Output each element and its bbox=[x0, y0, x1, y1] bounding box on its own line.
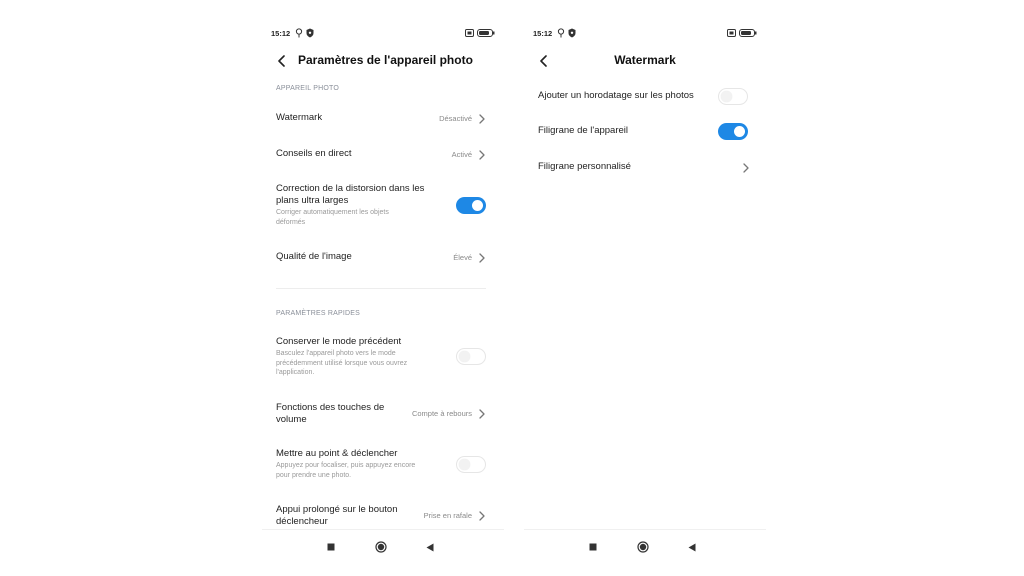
screen-record-icon bbox=[465, 29, 474, 37]
status-time: 15:12 bbox=[271, 29, 291, 38]
location-icon bbox=[295, 28, 303, 40]
status-right-icons bbox=[727, 28, 757, 40]
location-icon bbox=[557, 28, 565, 40]
section-header-camera: APPAREIL PHOTO bbox=[276, 85, 339, 92]
distortion-subtitle-line2: déformés bbox=[276, 218, 306, 226]
volume-keys-row[interactable]: Fonctions des touches de volume Compte à… bbox=[276, 402, 486, 428]
triangle-back-icon bbox=[688, 543, 696, 551]
focus-and-shoot-row: Mettre au point & déclencher Appuyez pou… bbox=[276, 448, 486, 484]
device-watermark-label: Filigrane de l'appareil bbox=[538, 125, 629, 136]
chevron-right-icon bbox=[479, 409, 485, 419]
long-press-shutter-row[interactable]: Appui prolongé sur le bouton déclencheur… bbox=[276, 504, 486, 530]
chevron-right-icon bbox=[743, 163, 749, 173]
distortion-subtitle-line1: Corriger automatiquement les objets bbox=[276, 209, 389, 216]
square-icon bbox=[327, 543, 335, 551]
distortion-correction-row: Correction de la distorsion dans les pla… bbox=[276, 183, 486, 231]
long-press-value: Prise en rafale bbox=[423, 511, 472, 520]
chevron-right-icon bbox=[479, 511, 485, 521]
watermark-screen: 15:12 Watermark Ajouter un horodatage su… bbox=[524, 0, 766, 576]
square-icon bbox=[589, 543, 597, 551]
focus-shoot-toggle[interactable] bbox=[456, 456, 486, 473]
focus-shoot-label: Mettre au point & déclencher bbox=[276, 448, 398, 459]
focus-shoot-subtitle-line2: pour prendre une photo. bbox=[276, 471, 352, 479]
circle-icon bbox=[375, 541, 387, 553]
home-button[interactable] bbox=[374, 540, 388, 554]
status-bar: 15:12 bbox=[533, 28, 757, 40]
keep-mode-subtitle-line1: Basculez l'appareil photo vers le mode bbox=[276, 350, 396, 357]
home-button[interactable] bbox=[636, 540, 650, 554]
custom-watermark-row[interactable]: Filigrane personnalisé bbox=[538, 161, 749, 175]
focus-shoot-subtitle-line1: Appuyez pour focaliser, puis appuyez enc… bbox=[276, 462, 416, 469]
chevron-right-icon bbox=[479, 150, 485, 160]
watermark-value: Désactivé bbox=[439, 114, 472, 123]
recents-button[interactable] bbox=[586, 540, 600, 554]
status-bar: 15:12 bbox=[271, 28, 495, 40]
keep-mode-subtitle-line3: l'application. bbox=[276, 369, 315, 376]
device-watermark-toggle[interactable] bbox=[718, 123, 748, 140]
chevron-left-icon bbox=[277, 55, 285, 67]
distortion-label-line1: Correction de la distorsion dans les bbox=[276, 183, 425, 194]
live-tips-row[interactable]: Conseils en direct Activé bbox=[276, 148, 486, 162]
page-title: Paramètres de l'appareil photo bbox=[298, 53, 473, 67]
battery-icon bbox=[739, 29, 757, 37]
back-nav-button[interactable] bbox=[685, 540, 699, 554]
chevron-right-icon bbox=[479, 253, 485, 263]
device-watermark-row: Filigrane de l'appareil bbox=[538, 123, 748, 140]
screen-record-icon bbox=[727, 29, 736, 37]
navigation-bar bbox=[524, 529, 766, 576]
shield-icon bbox=[568, 28, 576, 40]
image-quality-value: Élevé bbox=[453, 253, 472, 262]
circle-icon bbox=[637, 541, 649, 553]
section-header-quick: PARAMÈTRES RAPIDES bbox=[276, 310, 360, 317]
back-button[interactable] bbox=[272, 52, 290, 70]
status-right-icons bbox=[465, 28, 495, 40]
distortion-label-line2: plans ultra larges bbox=[276, 195, 349, 206]
section-divider bbox=[276, 288, 486, 289]
battery-icon bbox=[477, 29, 495, 37]
live-tips-value: Activé bbox=[451, 150, 472, 159]
header: Paramètres de l'appareil photo bbox=[262, 50, 504, 72]
image-quality-row[interactable]: Qualité de l'image Élevé bbox=[276, 251, 486, 265]
status-time: 15:12 bbox=[533, 29, 553, 38]
timestamp-label: Ajouter un horodatage sur les photos bbox=[538, 90, 694, 101]
camera-settings-screen: 15:12 Paramètres de l'appareil photo APP… bbox=[262, 0, 504, 576]
watermark-row[interactable]: Watermark Désactivé bbox=[276, 112, 486, 126]
shield-icon bbox=[306, 28, 314, 40]
timestamp-row: Ajouter un horodatage sur les photos bbox=[538, 88, 748, 105]
recents-button[interactable] bbox=[324, 540, 338, 554]
distortion-toggle[interactable] bbox=[456, 197, 486, 214]
navigation-bar bbox=[262, 529, 504, 576]
page-title: Watermark bbox=[614, 53, 676, 67]
keep-mode-subtitle-line2: précédemment utilisé lorsque vous ouvrez bbox=[276, 359, 408, 367]
triangle-back-icon bbox=[426, 543, 434, 551]
volume-keys-value: Compte à rebours bbox=[411, 409, 472, 418]
back-nav-button[interactable] bbox=[423, 540, 437, 554]
keep-mode-toggle[interactable] bbox=[456, 348, 486, 365]
keep-previous-mode-row: Conserver le mode précédent Basculez l'a… bbox=[276, 336, 486, 382]
timestamp-toggle[interactable] bbox=[718, 88, 748, 105]
custom-watermark-label: Filigrane personnalisé bbox=[538, 161, 631, 172]
header: Watermark bbox=[524, 50, 766, 72]
keep-mode-label: Conserver le mode précédent bbox=[276, 336, 402, 347]
chevron-right-icon bbox=[479, 114, 485, 124]
